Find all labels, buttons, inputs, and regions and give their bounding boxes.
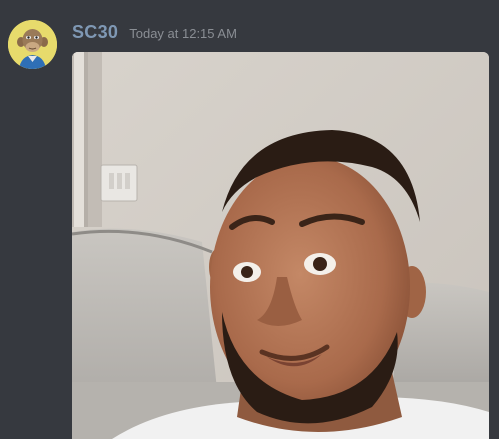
bored-ape-avatar-icon: [8, 20, 57, 69]
selfie-photo: [72, 52, 489, 439]
username[interactable]: SC30: [72, 22, 118, 43]
message-timestamp: Today at 12:15 AM: [129, 26, 237, 41]
user-avatar[interactable]: [8, 20, 57, 69]
chat-message: SC30 Today at 12:15 AM: [0, 0, 499, 439]
message-header: SC30 Today at 12:15 AM: [72, 22, 237, 46]
image-attachment[interactable]: [72, 52, 489, 439]
